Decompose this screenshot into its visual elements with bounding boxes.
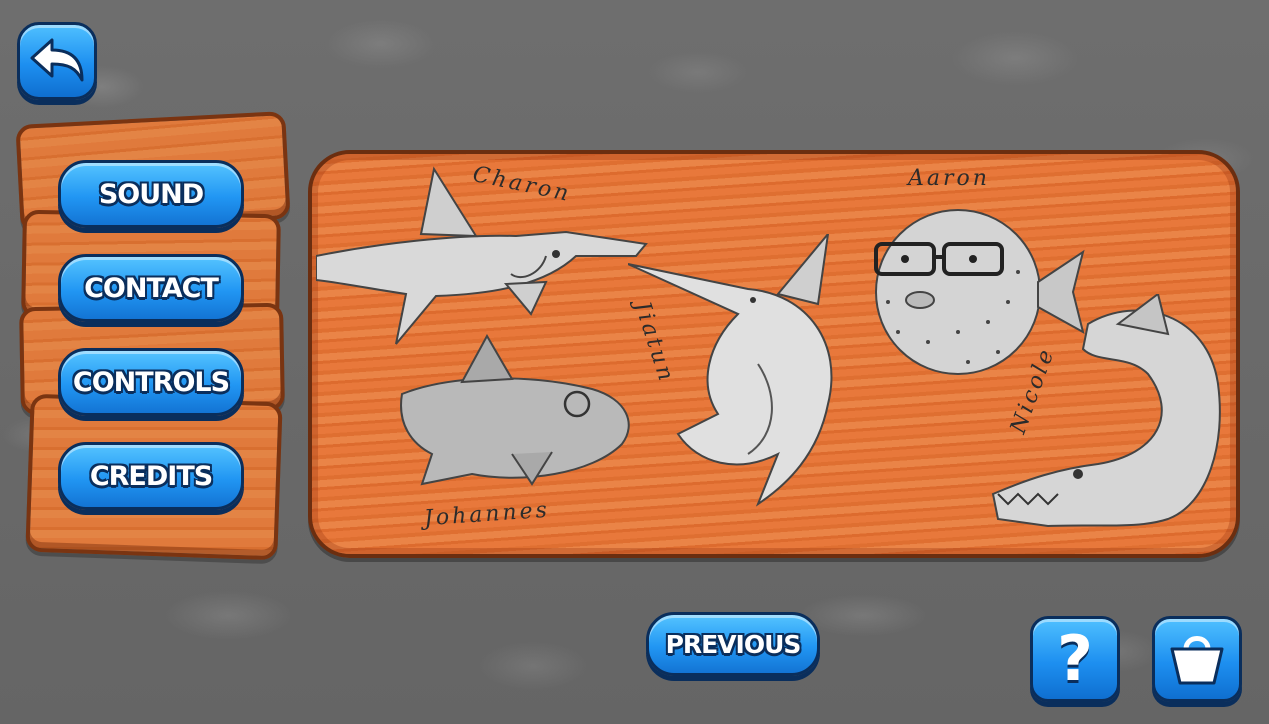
question-mark-icon: ? [1057,622,1093,695]
dolphin-drawing [400,334,630,486]
sound-button[interactable]: SOUND [58,160,244,228]
previous-button[interactable]: PREVIOUS [646,612,820,676]
contact-button[interactable]: CONTACT [58,254,244,322]
shop-button[interactable] [1152,616,1242,702]
credits-button[interactable]: CREDITS [58,442,244,510]
help-button[interactable]: ? [1030,616,1120,702]
back-button[interactable] [17,22,97,100]
controls-button[interactable]: CONTROLS [58,348,244,416]
shark-drawing [316,166,648,345]
credits-panel: Charon Johannes Jiatun Aaron Nicole [308,150,1240,558]
name-aaron: Aaron [908,166,990,191]
back-arrow-icon [30,38,84,82]
shopping-bag-icon [1170,636,1224,685]
